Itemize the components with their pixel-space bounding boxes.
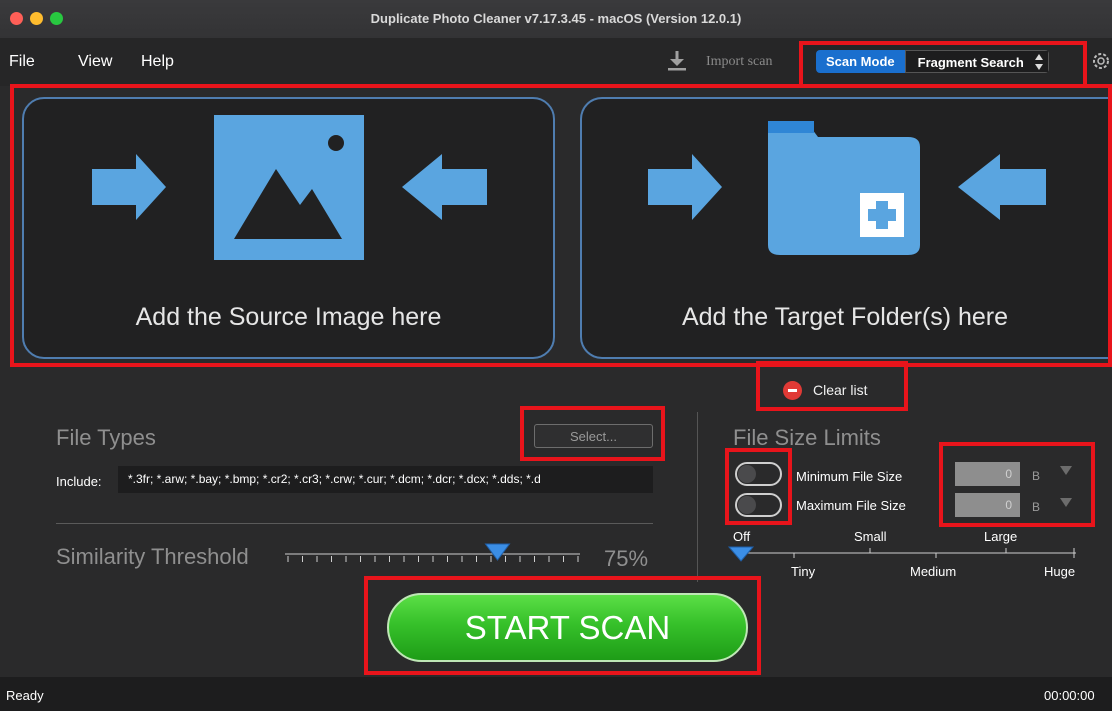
similarity-threshold-label: Similarity Threshold — [56, 544, 249, 569]
gear-icon[interactable] — [1090, 50, 1112, 72]
file-types-heading: File Types — [56, 425, 156, 450]
scale-label-huge: Huge — [1044, 564, 1076, 579]
highlight-box-clear-list — [756, 361, 908, 411]
column-divider — [697, 412, 698, 582]
menu-help[interactable]: Help — [141, 53, 174, 71]
include-label: Include: — [56, 474, 102, 489]
similarity-threshold-value: 75% — [604, 546, 649, 571]
window-title: Duplicate Photo Cleaner v7.17.3.45 - mac… — [370, 11, 742, 26]
title-bar: Duplicate Photo Cleaner v7.17.3.45 - mac… — [0, 0, 1112, 39]
include-extensions-field[interactable]: *.3fr; *.arw; *.bay; *.bmp; *.cr2; *.cr3… — [118, 466, 653, 493]
highlight-box-toggles — [725, 448, 792, 525]
highlight-box-drop-zones — [10, 84, 1112, 367]
menu-file[interactable]: File — [9, 53, 35, 71]
highlight-box-scan-mode — [799, 41, 1087, 88]
min-file-size-label: Minimum File Size — [796, 469, 903, 484]
scale-label-large: Large — [984, 529, 1018, 544]
file-size-scale-slider[interactable] — [728, 545, 1082, 565]
menu-view[interactable]: View — [78, 53, 112, 71]
scale-label-off: Off — [733, 529, 751, 544]
scale-label-medium: Medium — [910, 564, 957, 579]
app-window: Duplicate Photo Cleaner v7.17.3.45 - mac… — [0, 0, 1112, 711]
status-bar: Ready 00:00:00 — [0, 677, 1112, 711]
import-scan-label: Import scan — [706, 54, 773, 69]
elapsed-time: 00:00:00 — [1044, 688, 1095, 703]
max-file-size-label: Maximum File Size — [796, 498, 906, 513]
scale-label-small: Small — [854, 529, 887, 544]
scale-thumb[interactable] — [728, 546, 755, 562]
highlight-box-start-scan — [364, 576, 761, 675]
download-icon — [668, 51, 686, 71]
status-text: Ready — [6, 688, 44, 703]
similarity-threshold-slider[interactable] — [282, 540, 586, 570]
highlight-box-select — [520, 406, 665, 461]
section-divider — [56, 523, 653, 524]
highlight-box-size-inputs — [939, 442, 1095, 527]
scale-label-tiny: Tiny — [791, 564, 816, 579]
